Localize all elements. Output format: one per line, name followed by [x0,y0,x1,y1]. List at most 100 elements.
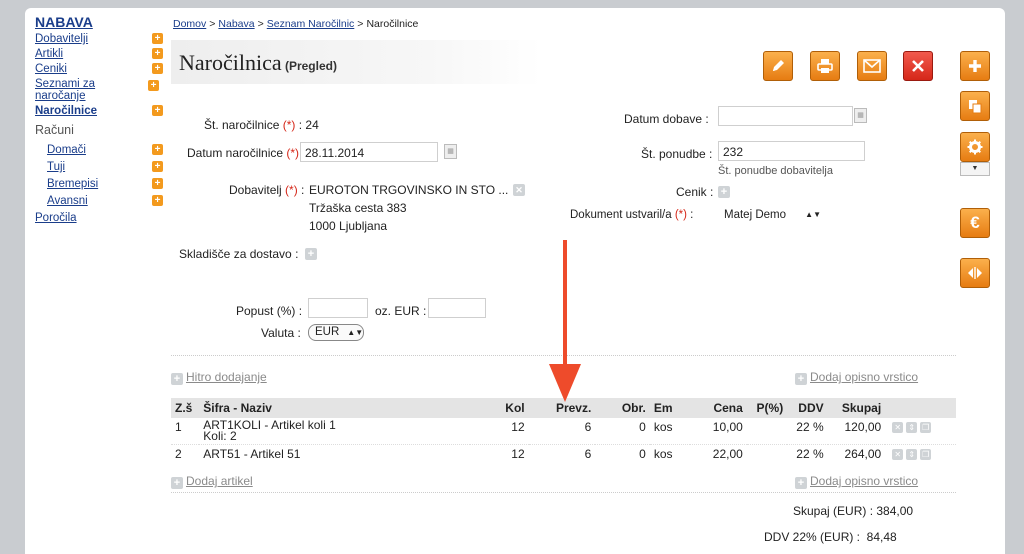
sidebar-item-label[interactable]: Tuji [47,161,65,173]
datum-narocilnice-label: Datum naročilnice [187,146,284,160]
add-icon[interactable]: + [152,33,163,44]
datum-dobave-input[interactable] [718,106,853,126]
datum-narocilnice-label-group: Datum naročilnice (*) : [187,146,306,160]
cell-obr: 0 [639,447,646,461]
breadcrumb-link[interactable]: Nabava [218,18,254,30]
add-icon[interactable]: + [152,105,163,116]
settings-button[interactable] [960,132,990,162]
sidebar-item-label[interactable]: Bremepisi [47,178,98,190]
page-title: Naročilnica [179,50,282,75]
email-button[interactable] [857,51,887,81]
plus-icon [969,60,981,72]
sidebar-item-artikli[interactable]: Artikli + [35,48,165,60]
delete-row-icon[interactable]: ✕ [892,449,904,461]
dokument-label: Dokument ustvaril/a [570,209,672,221]
required-marker: (*) [282,118,296,132]
total-skupaj: Skupaj (EUR) : 384,00 [793,504,914,518]
sidebar-item-label[interactable]: Domači [47,144,86,156]
sidebar-item-bremepisi[interactable]: Bremepisi + [35,178,165,190]
select-arrows-icon: ▲▼ [347,328,364,337]
sidebar-item-label[interactable]: Dobavitelji [35,33,88,45]
sidebar-item-tuji[interactable]: Tuji + [35,161,165,173]
edit-button[interactable] [763,51,793,81]
sidebar-item-domaci[interactable]: Domači + [35,144,165,156]
table-row[interactable]: 1 ART1KOLI - Artikel koli 1 Koli: 2 12 6… [171,418,956,445]
eur-input[interactable] [428,298,486,318]
split-button[interactable] [960,258,990,288]
sidebar-item-label[interactable]: Artikli [35,48,63,60]
hitro-dodajanje-link[interactable]: + Hitro dodajanje [171,370,267,385]
dodaj-artikel-link[interactable]: + Dodaj artikel [171,474,253,489]
cell-em: kos [649,418,691,445]
st-narocilnice-value: 24 [305,118,319,132]
reorder-row-icon[interactable]: ⇕ [906,422,918,434]
row-actions: ✕ ⇕ ❐ [889,447,932,461]
sidebar-item-label[interactable]: Seznami za naročanje [35,78,95,102]
sidebar-item-ceniki[interactable]: Ceniki + [35,63,165,75]
add-icon[interactable]: + [152,178,163,189]
sidebar-item-narocilnice[interactable]: Naročilnice + [35,105,165,117]
copy-row-icon[interactable]: ❐ [920,422,932,434]
col-obr: Obr. [595,398,650,418]
breadcrumb-link[interactable]: Domov [173,18,206,30]
calendar-icon[interactable]: ▦ [854,108,867,123]
copy-row-icon[interactable]: ❐ [920,449,932,461]
datum-dobave-label: Datum dobave : [624,112,709,126]
cenik-label: Cenik : [676,185,714,199]
delete-button[interactable] [903,51,933,81]
dobavitelj-address-line2: 1000 Ljubljana [309,219,388,233]
table-row[interactable]: 2 ART51 - Artikel 51 12 6 0 kos 22,00 22… [171,445,956,464]
add-icon[interactable]: + [152,195,163,206]
add-icon[interactable]: + [152,161,163,172]
delete-row-icon[interactable]: ✕ [892,422,904,434]
cell-prevz: 6 [584,447,592,461]
dokument-label-group: Dokument ustvaril/a (*) : [570,209,694,221]
sidebar-item-avansni[interactable]: Avansni + [35,195,165,207]
sidebar-item-label[interactable]: Naročilnice [35,105,97,117]
dodaj-opisno-vrstico-label: Dodaj opisno vrstico [810,370,919,384]
add-icon[interactable]: + [152,144,163,155]
add-button[interactable] [960,51,990,81]
add-icon[interactable]: + [152,48,163,59]
currency-button[interactable]: € [960,208,990,238]
popust-input[interactable] [308,298,368,318]
sidebar-item-seznami[interactable]: Seznami za naročanje + [35,78,159,102]
dodaj-opisno-vrstico-link-top[interactable]: + Dodaj opisno vrstico [795,370,918,385]
breadcrumb-link[interactable]: Seznam Naročilnic [267,18,355,30]
settings-dropdown[interactable]: ▼ [960,162,990,176]
st-ponudbe-input[interactable]: 232 [718,141,865,161]
cell-actions: ✕ ⇕ ❐ [885,418,956,445]
cell-zs: 1 [171,418,200,445]
hitro-dodajanje-label: Hitro dodajanje [186,370,267,384]
valuta-select[interactable]: EUR ▲▼ [308,324,364,341]
dokument-select[interactable]: Matej Demo ▲▼ [724,209,821,221]
envelope-icon [863,59,881,73]
cell-obr: 0 [595,418,650,445]
add-icon[interactable]: + [152,63,163,74]
remove-dobavitelj-icon[interactable]: ✕ [513,184,525,196]
calendar-icon[interactable]: ▦ [444,144,457,159]
dodaj-opisno-vrstico-link-bottom[interactable]: + Dodaj opisno vrstico [795,474,918,489]
reorder-row-icon[interactable]: ⇕ [906,449,918,461]
dobavitelj-value[interactable]: EUROTON TRGOVINSKO IN STO ... [309,183,508,197]
add-skladisce-icon[interactable]: + [305,248,317,260]
skladisce-label: Skladišče za dostavo : [179,247,299,261]
copy-button[interactable] [960,91,990,121]
sidebar-title[interactable]: NABAVA [35,14,165,30]
divider [171,492,956,493]
close-icon [912,60,924,72]
cell-skupaj: 264,00 [844,447,882,461]
pencil-icon [773,60,784,71]
print-button[interactable] [810,51,840,81]
datum-narocilnice-input[interactable]: 28.11.2014 [300,142,438,162]
sidebar-item-dobavitelji[interactable]: Dobavitelji + [35,33,165,45]
page-title-bar: Naročilnica (Pregled) [171,40,541,84]
sidebar-item-porocila[interactable]: Poročila [35,212,165,224]
sidebar-item-label[interactable]: Ceniki [35,63,67,75]
st-narocilnice-label: Št. naročilnice [204,118,280,132]
add-icon[interactable]: + [148,80,159,91]
cell-zs: 2 [175,447,182,461]
sidebar-item-label[interactable]: Avansni [47,195,88,207]
sidebar-item-label[interactable]: Poročila [35,212,77,224]
add-cenik-icon[interactable]: + [718,186,730,198]
